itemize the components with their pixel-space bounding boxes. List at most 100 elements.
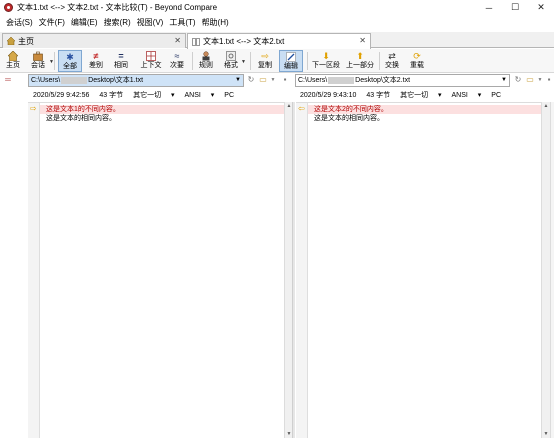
toolbar-separator xyxy=(54,52,55,70)
right-encoding-select[interactable]: ANSI ▾ xyxy=(452,92,482,99)
tab-bar: 主页 ✕ 文本1.txt <--> 文本2.txt ✕ xyxy=(0,32,554,49)
left-path-row: ═ C:\Users\ Desktop\文本1.txt ▼ ↻ ▭ ▼ ▪ xyxy=(0,74,292,88)
close-icon[interactable]: ✕ xyxy=(174,36,181,45)
left-file-date: 2020/5/29 9:42:56 xyxy=(33,92,90,99)
toolbar-separator xyxy=(379,52,380,70)
briefcase-icon xyxy=(33,51,43,61)
scroll-up-icon[interactable]: ▲ xyxy=(542,102,550,110)
left-file-info: 2020/5/29 9:42:56 43 字节 其它一切 ▾ ANSI ▾ PC xyxy=(33,90,291,102)
copy-arrow-left-icon[interactable]: ⇦ xyxy=(298,105,306,113)
referee-icon xyxy=(201,51,211,61)
toolbar: 主页 会话 ▼ ✱ 全部 ≠ 差别 = 相同 上下文 ≈ 次要 规则 格式 ▼ … xyxy=(0,49,554,73)
left-line-2[interactable]: 这是文本的相同内容。 xyxy=(40,114,284,123)
menu-bar: 会话(S) 文件(F) 编辑(E) 搜索(R) 视图(V) 工具(T) 帮助(H… xyxy=(0,15,554,30)
left-folder-icon[interactable]: ▭ xyxy=(258,75,268,85)
pane-divider[interactable] xyxy=(292,102,295,438)
right-folder-icon[interactable]: ▭ xyxy=(525,75,535,85)
tab-label: 文本1.txt <--> 文本2.txt xyxy=(203,37,285,46)
session-button[interactable]: 会话 ▼ xyxy=(27,50,54,72)
title-bar: 文本1.txt <--> 文本2.txt - 文本比较(T) - Beyond … xyxy=(0,0,554,15)
left-save-icon[interactable]: ▪ xyxy=(280,75,290,85)
edit-button[interactable]: 编辑 xyxy=(279,50,303,72)
right-path-input[interactable]: C:\Users\ Desktop\文本2.txt ▼ xyxy=(295,74,510,87)
home-button[interactable]: 主页 xyxy=(3,50,23,72)
beyond-compare-app-icon xyxy=(4,3,13,12)
left-encoding-select[interactable]: ANSI ▾ xyxy=(185,92,215,99)
equal-icon: = xyxy=(118,51,124,61)
right-gutter: ⇦ xyxy=(296,103,308,438)
show-all-button[interactable]: ✱ 全部 xyxy=(58,50,82,72)
toolbar-separator xyxy=(250,52,251,70)
left-lineend[interactable]: PC xyxy=(224,92,234,99)
menu-tools[interactable]: 工具(T) xyxy=(166,17,198,28)
right-lineend[interactable]: PC xyxy=(491,92,501,99)
left-text-pane[interactable]: ⇨ 这是文本1的不同内容。 这是文本的相同内容。 xyxy=(28,102,284,438)
diff-overview-bar[interactable] xyxy=(550,102,554,438)
next-section-button[interactable]: ⬇ 下一区段 xyxy=(311,50,341,72)
right-text-pane[interactable]: ⇦ 这是文本2的不同内容。 这是文本的相同内容。 xyxy=(296,102,541,438)
left-line-1[interactable]: 这是文本1的不同内容。 xyxy=(40,105,284,114)
home-icon xyxy=(8,51,18,61)
right-other-select[interactable]: 其它一切 ▾ xyxy=(400,92,441,99)
left-other-select[interactable]: 其它一切 ▾ xyxy=(133,92,174,99)
left-path-input[interactable]: C:\Users\ Desktop\文本1.txt ▼ xyxy=(28,74,244,87)
close-icon[interactable]: ✕ xyxy=(359,36,366,45)
window-title: 文本1.txt <--> 文本2.txt - 文本比较(T) - Beyond … xyxy=(17,3,218,12)
close-button[interactable]: ✕ xyxy=(528,0,554,15)
right-file-date: 2020/5/29 9:43:10 xyxy=(300,92,357,99)
format-button[interactable]: 格式 ▼ xyxy=(221,50,246,72)
swap-icon: ⇄ xyxy=(388,51,396,61)
menu-search[interactable]: 搜索(R) xyxy=(101,17,134,28)
left-gutter: ⇨ xyxy=(28,103,40,438)
compare-icon xyxy=(192,37,200,46)
minimize-button[interactable]: ─ xyxy=(476,0,502,15)
toolbar-separator xyxy=(307,52,308,70)
maximize-button[interactable]: ☐ xyxy=(502,0,528,15)
context-icon xyxy=(146,51,156,61)
tab-label: 主页 xyxy=(18,36,34,46)
left-history-icon[interactable]: ═ xyxy=(3,75,13,85)
tab-text-compare[interactable]: 文本1.txt <--> 文本2.txt ✕ xyxy=(187,33,371,49)
reload-button[interactable]: ⟳ 重载 xyxy=(407,50,427,72)
approx-icon: ≈ xyxy=(174,51,180,61)
menu-edit[interactable]: 编辑(E) xyxy=(68,17,101,28)
swap-button[interactable]: ⇄ 交换 xyxy=(382,50,402,72)
arrow-right-icon: ⇨ xyxy=(261,51,269,61)
right-refresh-icon[interactable]: ↻ xyxy=(513,75,523,85)
home-icon xyxy=(6,36,16,46)
menu-file[interactable]: 文件(F) xyxy=(36,17,68,28)
chevron-down-icon[interactable]: ▼ xyxy=(241,59,246,65)
chevron-down-icon[interactable]: ▼ xyxy=(233,75,243,86)
prev-part-button[interactable]: ⬆ 上一部分 xyxy=(345,50,375,72)
pencil-icon xyxy=(286,52,296,62)
left-file-size: 43 字节 xyxy=(99,92,124,99)
right-line-1[interactable]: 这是文本2的不同内容。 xyxy=(308,105,541,114)
right-vertical-scrollbar[interactable]: ▲ ▼ xyxy=(541,102,550,438)
menu-view[interactable]: 视图(V) xyxy=(134,17,167,28)
scroll-down-icon[interactable]: ▼ xyxy=(542,430,550,438)
show-diffs-button[interactable]: ≠ 差别 xyxy=(85,50,107,72)
right-line-2[interactable]: 这是文本的相同内容。 xyxy=(308,114,541,123)
copy-arrow-icon[interactable]: ⇨ xyxy=(30,105,38,113)
arrow-up-icon: ⬆ xyxy=(356,51,364,61)
reload-icon: ⟳ xyxy=(413,51,421,61)
right-save-icon[interactable]: ▪ xyxy=(544,75,554,85)
right-path-row: C:\Users\ Desktop\文本2.txt ▼ ↻ ▭ ▼ ▪ xyxy=(295,74,554,88)
asterisk-icon: ✱ xyxy=(66,52,74,62)
redacted-username xyxy=(328,76,355,84)
rules-button[interactable]: 规则 xyxy=(196,50,216,72)
chevron-down-icon[interactable]: ▼ xyxy=(268,75,278,85)
show-same-button[interactable]: = 相同 xyxy=(110,50,132,72)
tab-home[interactable]: 主页 ✕ xyxy=(2,33,186,48)
arrow-down-icon: ⬇ xyxy=(322,51,330,61)
format-gear-icon xyxy=(226,51,236,61)
chevron-down-icon[interactable]: ▼ xyxy=(499,75,509,86)
window-controls: ─ ☐ ✕ xyxy=(476,0,554,15)
context-button[interactable]: 上下文 xyxy=(138,50,164,72)
menu-help[interactable]: 帮助(H) xyxy=(199,17,232,28)
left-refresh-icon[interactable]: ↻ xyxy=(246,75,256,85)
right-file-info: 2020/5/29 9:43:10 43 字节 其它一切 ▾ ANSI ▾ PC xyxy=(300,90,550,102)
menu-session[interactable]: 会话(S) xyxy=(3,17,36,28)
copy-button[interactable]: ⇨ 复制 xyxy=(255,50,275,72)
minor-button[interactable]: ≈ 次要 xyxy=(167,50,187,72)
